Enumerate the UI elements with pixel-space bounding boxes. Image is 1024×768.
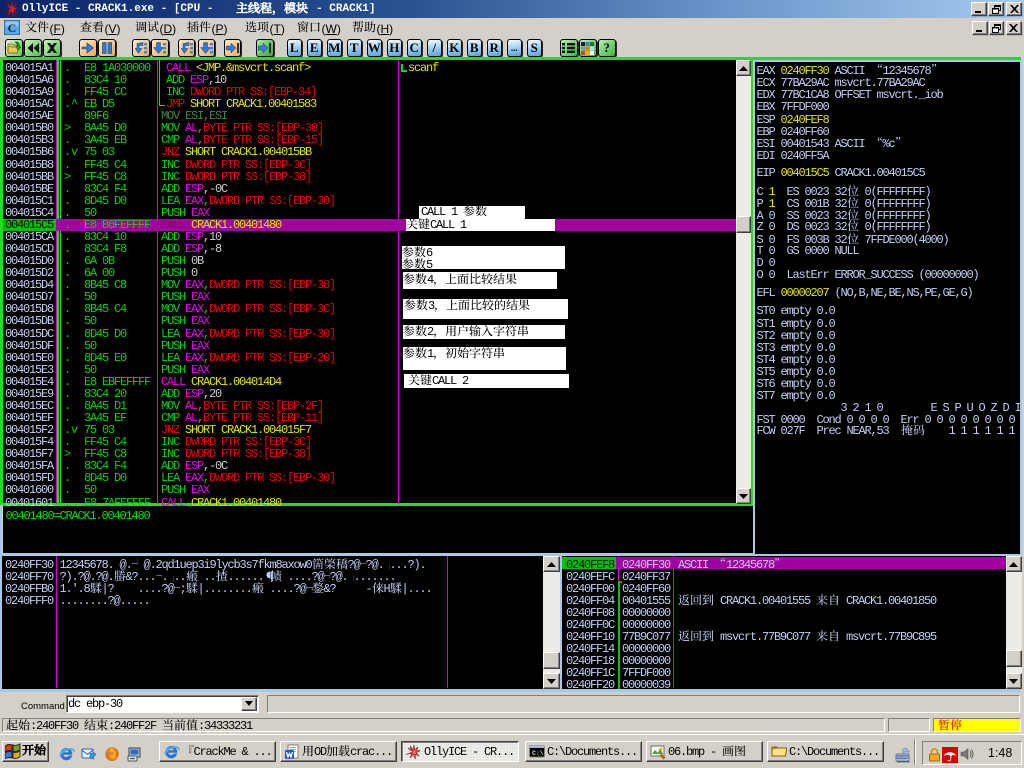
svg-text:C: C bbox=[8, 21, 17, 35]
svg-text:C:\: C:\ bbox=[532, 750, 544, 757]
